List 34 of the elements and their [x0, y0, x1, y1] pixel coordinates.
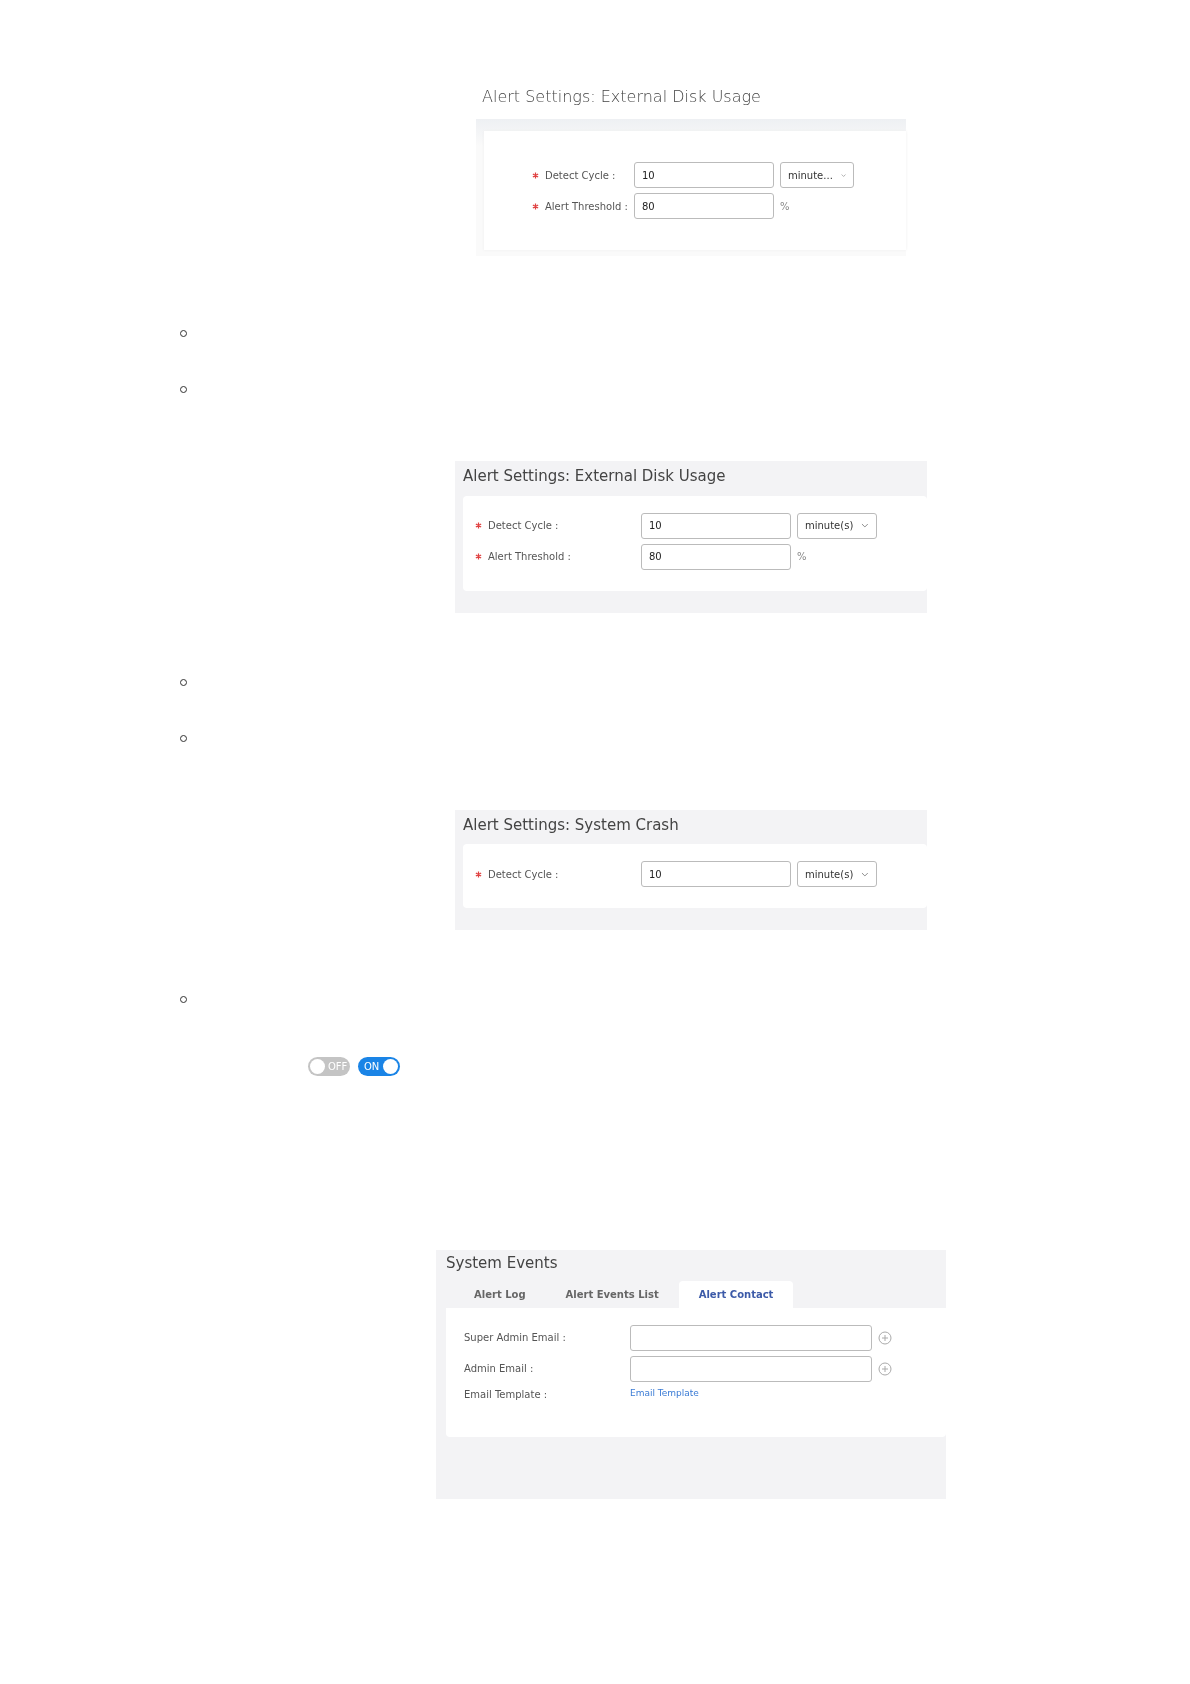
text-field[interactable]: 10	[641, 512, 791, 539]
unit-dropdown[interactable]: minute(s)	[797, 861, 877, 887]
field-label: Email Template :	[464, 1387, 549, 1402]
text-field[interactable]	[630, 1355, 872, 1382]
panel-title: Alert Settings: External Disk Usage	[481, 86, 762, 108]
panel-title: Alert Settings: External Disk Usage	[463, 466, 727, 487]
text-field[interactable]: 10	[634, 162, 774, 188]
unit-dropdown[interactable]: minute(s)	[797, 512, 877, 539]
unit-label: %	[797, 550, 807, 564]
field-label: Detect Cycle :	[488, 867, 560, 882]
text-field[interactable]	[630, 1324, 872, 1351]
text-field[interactable]: 80	[641, 543, 791, 570]
tab[interactable]: Alert Events List	[545, 1280, 679, 1308]
toggle-switch[interactable]: ON	[358, 1057, 400, 1076]
field-label: Alert Threshold :	[545, 199, 628, 214]
text-field[interactable]: 80	[634, 193, 774, 219]
panel-title: Alert Settings: System Crash	[463, 814, 680, 836]
text-field[interactable]: 10	[641, 861, 791, 887]
field-label: Admin Email :	[464, 1362, 535, 1376]
chevron-icon	[861, 523, 869, 528]
chevron-icon	[840, 172, 846, 178]
email-template-link[interactable]: Email Template	[630, 1387, 699, 1401]
field-label: Alert Threshold :	[488, 550, 572, 564]
tab[interactable]: Alert Log	[454, 1280, 546, 1308]
field-label: Detect Cycle :	[488, 519, 560, 533]
tab[interactable]: Alert Contact	[678, 1280, 794, 1308]
unit-label: %	[780, 199, 790, 214]
add-icon[interactable]	[878, 1330, 892, 1345]
unit-dropdown[interactable]: minute...	[780, 162, 854, 188]
field-label: Detect Cycle :	[545, 168, 617, 183]
add-icon[interactable]	[878, 1361, 892, 1376]
field-label: Super Admin Email :	[464, 1331, 567, 1345]
panel-title: System Events	[446, 1253, 559, 1274]
chevron-icon	[861, 871, 869, 877]
